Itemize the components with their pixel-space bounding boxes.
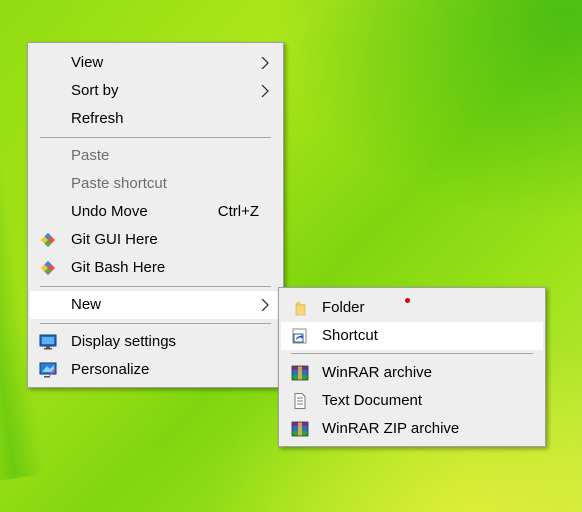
git-gui-icon <box>41 233 55 247</box>
chevron-right-icon <box>261 299 269 311</box>
menu-item-label: Refresh <box>71 110 124 127</box>
keyboard-shortcut: Ctrl+Z <box>217 203 259 220</box>
folder-icon <box>295 302 306 316</box>
menu-item-label: New <box>71 296 102 313</box>
menu-item-label: Paste <box>71 147 110 164</box>
menu-item-refresh[interactable]: Refresh <box>30 105 281 133</box>
menu-item-label: Undo Move <box>71 203 148 220</box>
submenu-item-label: Text Document <box>322 392 423 409</box>
menu-item-label: Sort by <box>71 82 119 99</box>
menu-item-label: Paste shortcut <box>71 175 167 192</box>
menu-item-new[interactable]: New <box>30 291 281 319</box>
git-bash-icon <box>41 261 55 275</box>
new-submenu: Folder Shortcut WinRAR archive Text Docu… <box>278 287 546 447</box>
submenu-item-label: WinRAR archive <box>322 364 433 381</box>
submenu-item-winrar-archive[interactable]: WinRAR archive <box>281 359 543 387</box>
menu-item-display-settings[interactable]: Display settings <box>30 328 281 356</box>
submenu-item-label: Folder <box>322 299 365 316</box>
menu-item-git-gui-here[interactable]: Git GUI Here <box>30 226 281 254</box>
menu-item-label: Git Bash Here <box>71 259 166 276</box>
chevron-right-icon <box>261 57 269 69</box>
menu-item-label: Display settings <box>71 333 177 350</box>
submenu-item-label: Shortcut <box>322 327 378 344</box>
personalize-icon <box>39 362 57 378</box>
menu-separator <box>40 323 271 324</box>
submenu-item-winrar-zip-archive[interactable]: WinRAR ZIP archive <box>281 415 543 443</box>
desktop-context-menu: View Sort by Refresh Paste Paste shortcu… <box>27 42 284 388</box>
submenu-item-text-document[interactable]: Text Document <box>281 387 543 415</box>
menu-separator <box>291 353 533 354</box>
menu-item-label: Git GUI Here <box>71 231 158 248</box>
winrar-icon <box>291 365 309 381</box>
submenu-item-shortcut[interactable]: Shortcut <box>281 322 543 350</box>
menu-item-personalize[interactable]: Personalize <box>30 356 281 384</box>
menu-item-git-bash-here[interactable]: Git Bash Here <box>30 254 281 282</box>
menu-item-sort-by[interactable]: Sort by <box>30 77 281 105</box>
text-document-icon <box>294 393 306 409</box>
shortcut-icon <box>292 328 307 344</box>
winrar-zip-icon <box>291 421 309 437</box>
submenu-item-label: WinRAR ZIP archive <box>322 420 460 437</box>
menu-item-view[interactable]: View <box>30 49 281 77</box>
menu-item-label: View <box>71 54 104 71</box>
menu-item-label: Personalize <box>71 361 150 378</box>
menu-item-paste[interactable]: Paste <box>30 142 281 170</box>
menu-separator <box>40 286 271 287</box>
display-settings-icon <box>39 334 57 350</box>
submenu-item-folder[interactable]: Folder <box>281 294 543 322</box>
menu-item-undo-move[interactable]: Undo Move Ctrl+Z <box>30 198 281 226</box>
chevron-right-icon <box>261 85 269 97</box>
menu-separator <box>40 137 271 138</box>
cursor-marker <box>405 298 410 303</box>
menu-item-paste-shortcut[interactable]: Paste shortcut <box>30 170 281 198</box>
